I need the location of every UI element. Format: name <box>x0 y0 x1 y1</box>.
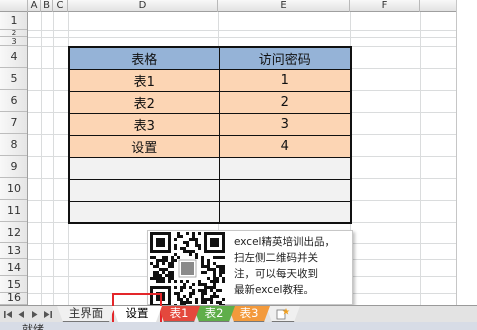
column-header-d[interactable]: D <box>68 0 218 12</box>
gridline <box>53 12 54 305</box>
table-cell-password[interactable] <box>218 178 352 202</box>
tab-main[interactable]: 主界面 <box>57 306 115 322</box>
row-header-bar: 1 2 3 4 5 6 7 8 9 10 11 12 13 14 15 16 <box>0 12 28 305</box>
table-cell-sheet[interactable] <box>68 200 220 224</box>
gridline <box>28 37 456 38</box>
row-header-8[interactable]: 8 <box>0 134 27 156</box>
column-header-f[interactable]: F <box>350 0 420 12</box>
table-cell-sheet[interactable] <box>68 156 220 180</box>
picture-caption: excel精英培训出品， 扫左侧二维码并关 注，可以每天收到 最新excel教程… <box>234 234 350 304</box>
table-row <box>68 156 352 180</box>
qr-code-picture[interactable]: excel精英培训出品， 扫左侧二维码并关 注，可以每天收到 最新excel教程… <box>147 230 353 305</box>
gridline <box>41 12 42 305</box>
column-header-e[interactable]: E <box>218 0 350 12</box>
insert-sheet-icon <box>276 308 290 320</box>
row-header-7[interactable]: 7 <box>0 112 27 134</box>
table-row: 表3 3 <box>68 112 352 136</box>
sheet-tab-bar: 主界面 表1 表2 表3 设置 <box>0 305 477 322</box>
table-cell-sheet[interactable]: 表2 <box>68 90 220 114</box>
table-cell-password[interactable]: 2 <box>218 90 352 114</box>
tab-sheet-2[interactable]: 表2 <box>193 306 235 322</box>
table-header-password[interactable]: 访问密码 <box>218 46 352 70</box>
tab-sheet-3[interactable]: 表3 <box>228 306 270 322</box>
row-header-5[interactable]: 5 <box>0 68 27 90</box>
worksheet: A B C D E F 1 2 3 4 5 6 7 8 9 10 11 12 1… <box>0 0 457 305</box>
caption-line: 注，可以每天收到 <box>234 268 318 280</box>
table-row: 设置 4 <box>68 134 352 158</box>
first-sheet-icon[interactable] <box>3 309 14 320</box>
column-header-next[interactable] <box>420 0 456 12</box>
insert-sheet-tab[interactable] <box>266 306 300 322</box>
gridline <box>28 30 456 31</box>
table-cell-password[interactable] <box>218 200 352 224</box>
row-header-16[interactable]: 16 <box>0 293 27 305</box>
row-header-1[interactable]: 1 <box>0 12 27 30</box>
column-header-c[interactable]: C <box>53 0 68 12</box>
gridline <box>456 12 457 305</box>
row-header-15[interactable]: 15 <box>0 276 27 293</box>
table-cell-password[interactable]: 4 <box>218 134 352 158</box>
select-all-corner[interactable] <box>0 0 28 12</box>
password-table: 表格 访问密码 表1 1 表2 2 表3 3 设置 4 <box>68 46 352 224</box>
table-row <box>68 200 352 224</box>
table-cell-password[interactable]: 3 <box>218 112 352 136</box>
row-header-13[interactable]: 13 <box>0 243 27 259</box>
status-text: 就绪 <box>22 323 44 330</box>
row-header-3[interactable]: 3 <box>0 37 27 46</box>
table-cell-sheet[interactable] <box>68 178 220 202</box>
table-cell-sheet[interactable]: 设置 <box>68 134 220 158</box>
table-row: 表1 1 <box>68 68 352 92</box>
caption-line: excel精英培训出品， <box>234 236 335 248</box>
caption-line: 扫左侧二维码并关 <box>234 252 318 264</box>
tab-settings[interactable]: 设置 <box>112 306 162 322</box>
qr-code-image <box>150 232 225 305</box>
table-header-sheet[interactable]: 表格 <box>68 46 220 70</box>
row-header-14[interactable]: 14 <box>0 259 27 276</box>
row-header-9[interactable]: 9 <box>0 156 27 178</box>
row-header-10[interactable]: 10 <box>0 178 27 200</box>
table-row: 表2 2 <box>68 90 352 114</box>
row-header-12[interactable]: 12 <box>0 222 27 243</box>
table-cell-sheet[interactable]: 表1 <box>68 68 220 92</box>
table-cell-password[interactable] <box>218 156 352 180</box>
tab-sheet-1[interactable]: 表1 <box>158 306 200 322</box>
table-cell-sheet[interactable]: 表3 <box>68 112 220 136</box>
table-row <box>68 178 352 202</box>
row-header-2[interactable]: 2 <box>0 30 27 37</box>
last-sheet-icon[interactable] <box>42 309 53 320</box>
column-header-b[interactable]: B <box>41 0 53 12</box>
table-header-row: 表格 访问密码 <box>68 46 352 70</box>
column-header-a[interactable]: A <box>28 0 41 12</box>
column-header-bar: A B C D E F <box>0 0 456 12</box>
prev-sheet-icon[interactable] <box>16 309 27 320</box>
row-header-6[interactable]: 6 <box>0 90 27 112</box>
caption-line: 最新excel教程。 <box>234 284 314 296</box>
qr-logo-icon <box>181 262 194 275</box>
next-sheet-icon[interactable] <box>29 309 40 320</box>
gridline <box>420 12 421 305</box>
table-cell-password[interactable]: 1 <box>218 68 352 92</box>
row-header-4[interactable]: 4 <box>0 46 27 68</box>
status-bar: 就绪 <box>0 322 477 330</box>
row-header-11[interactable]: 11 <box>0 200 27 222</box>
